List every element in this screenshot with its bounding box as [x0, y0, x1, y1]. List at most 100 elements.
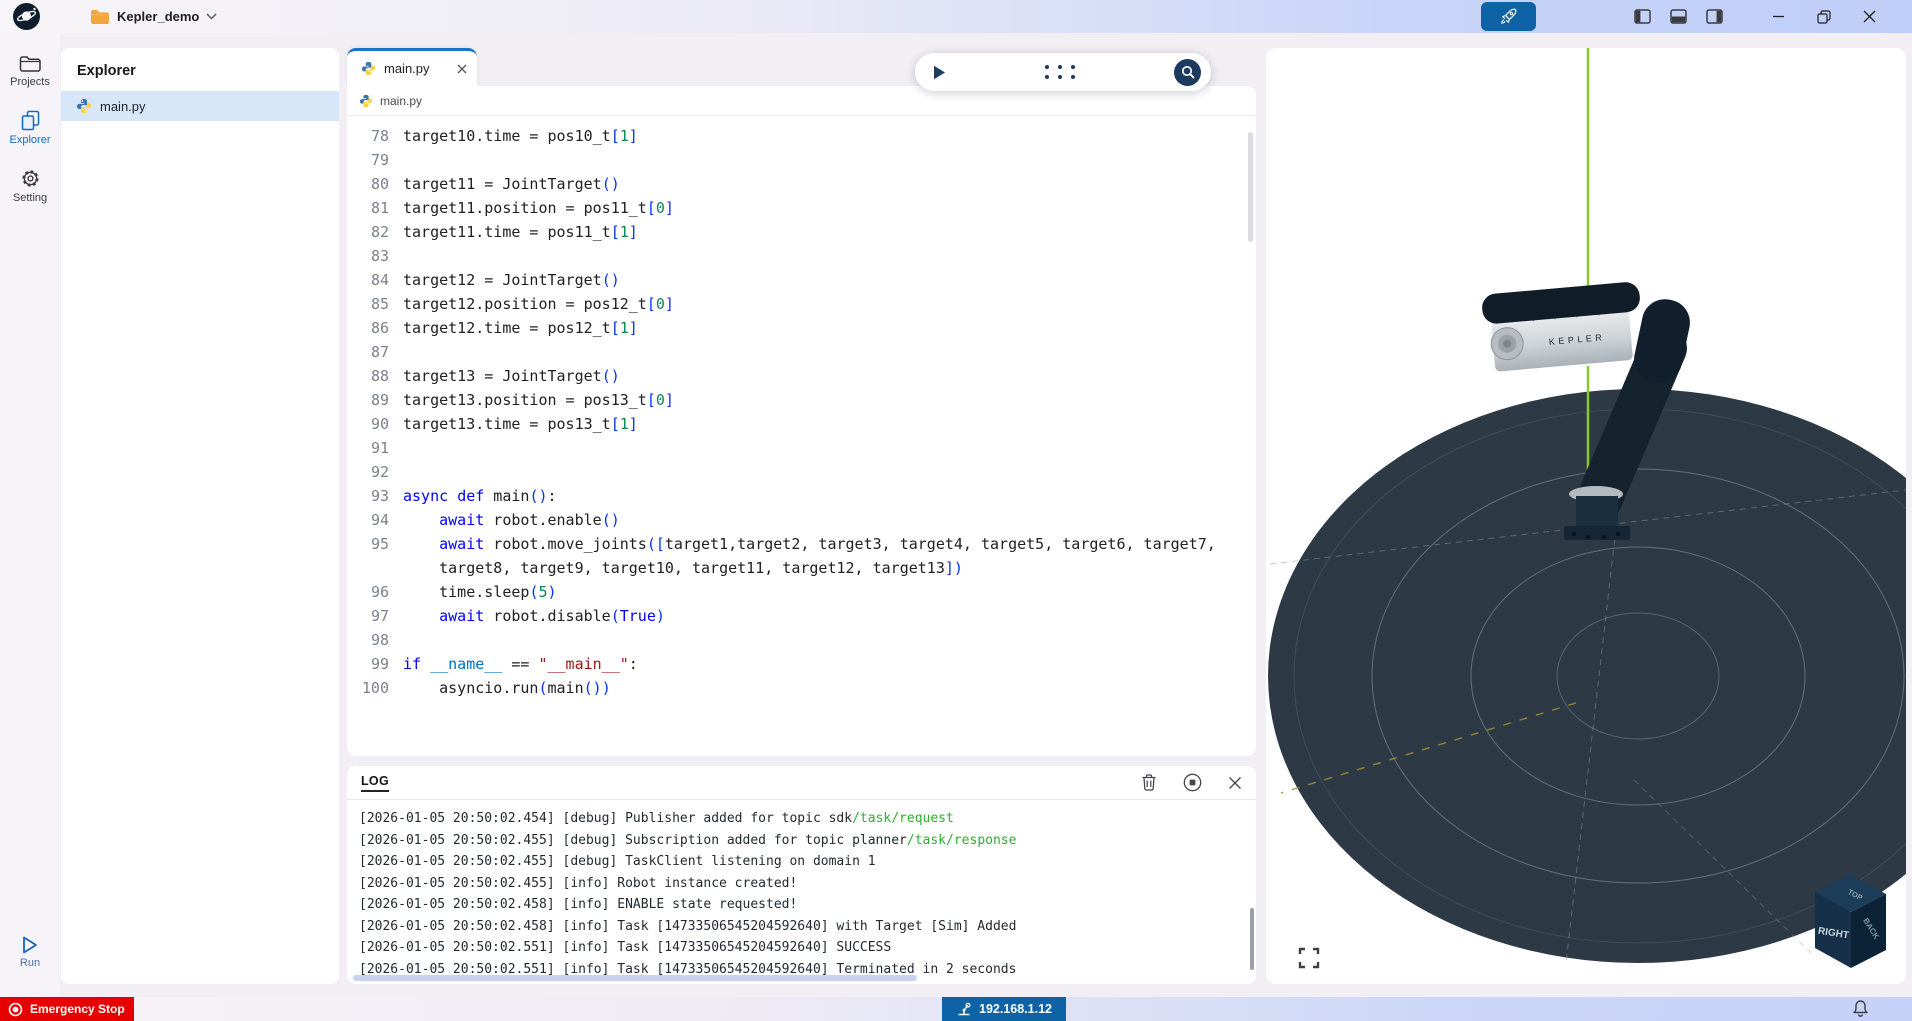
emergency-stop-icon	[8, 1002, 23, 1017]
code-line: 79	[347, 148, 1256, 172]
breadcrumb-file: main.py	[380, 94, 422, 108]
code-line: 97 await robot.disable(True)	[347, 604, 1256, 628]
run-label: Run	[20, 957, 40, 969]
code-line: 88target13 = JointTarget()	[347, 364, 1256, 388]
log-line: [2026-01-05 20:50:02.454] [debug] Publis…	[359, 808, 1244, 830]
code-line: 86target12.time = pos12_t[1]	[347, 316, 1256, 340]
code-line: 83	[347, 244, 1256, 268]
code-line: 78target10.time = pos10_t[1]	[347, 124, 1256, 148]
tab-mainpy[interactable]: main.py	[347, 48, 477, 86]
log-header: LOG	[347, 766, 1256, 800]
play-icon[interactable]	[933, 65, 946, 80]
notifications-bell-icon[interactable]	[1851, 998, 1870, 1021]
log-horizontal-scrollbar[interactable]	[353, 975, 917, 981]
robot-arm-icon	[956, 1001, 972, 1017]
toggle-bottom-panel-icon[interactable]	[1670, 9, 1687, 24]
log-line: [2026-01-05 20:50:02.455] [debug] Subscr…	[359, 830, 1244, 852]
code-line: target8, target9, target10, target11, ta…	[347, 556, 1256, 580]
minimize-icon[interactable]	[1772, 10, 1785, 23]
code-line: 89target13.position = pos13_t[0]	[347, 388, 1256, 412]
code-line: 98	[347, 628, 1256, 652]
run-play-icon	[21, 935, 39, 955]
log-line: [2026-01-05 20:50:02.551] [info] Task [1…	[359, 959, 1244, 977]
sidebar-item-explorer[interactable]: Explorer	[0, 110, 60, 146]
project-selector[interactable]: Kepler_demo	[90, 0, 217, 33]
code-editor[interactable]: main.py 78target10.time = pos10_t[1]79 8…	[347, 86, 1256, 756]
search-icon[interactable]	[1174, 59, 1201, 86]
close-icon[interactable]	[1863, 10, 1876, 23]
run-button[interactable]: Run	[0, 935, 60, 969]
code-line: 92	[347, 460, 1256, 484]
projects-folder-icon	[19, 55, 41, 73]
explorer-header: Explorer	[61, 48, 339, 91]
log-line: [2026-01-05 20:50:02.455] [debug] TaskCl…	[359, 851, 1244, 873]
layout-toggle-group	[1634, 0, 1723, 33]
3d-scene: KEPLER RIGHT TOP BACK	[1266, 48, 1906, 984]
code-line: 80target11 = JointTarget()	[347, 172, 1256, 196]
window-controls	[1772, 0, 1876, 33]
sidebar-item-label: Explorer	[10, 134, 51, 146]
fullscreen-icon[interactable]	[1297, 946, 1321, 970]
log-line: [2026-01-05 20:50:02.551] [info] Task [1…	[359, 937, 1244, 959]
robot-connection-badge[interactable]: 192.168.1.12	[942, 997, 1066, 1021]
close-log-icon[interactable]	[1228, 776, 1242, 790]
simulation-viewport[interactable]: KEPLER RIGHT TOP BACK	[1266, 48, 1906, 984]
code-line: 96 time.sleep(5)	[347, 580, 1256, 604]
launch-rocket-button[interactable]	[1481, 2, 1536, 31]
code-line: 93async def main():	[347, 484, 1256, 508]
ip-address: 192.168.1.12	[979, 1002, 1052, 1016]
project-name: Kepler_demo	[117, 9, 199, 24]
activity-rail: Projects Explorer Setting Run	[0, 33, 60, 997]
drag-handle-dots-icon[interactable]	[1045, 65, 1075, 79]
log-line: [2026-01-05 20:50:02.458] [info] Task [1…	[359, 916, 1244, 938]
editor-area: main.py main.py 78target10.time = pos10_…	[347, 48, 1256, 756]
code-line: 82target11.time = pos11_t[1]	[347, 220, 1256, 244]
code-lines: 78target10.time = pos10_t[1]79 80target1…	[347, 116, 1256, 700]
stop-record-icon[interactable]	[1183, 773, 1202, 792]
code-line: 87	[347, 340, 1256, 364]
emergency-stop-button[interactable]: Emergency Stop	[0, 997, 134, 1021]
sidebar-item-label: Projects	[10, 76, 50, 88]
sidebar-item-label: Setting	[13, 192, 47, 204]
explorer-panel: Explorer main.py	[61, 48, 339, 984]
code-line: 95 await robot.move_joints([target1,targ…	[347, 532, 1256, 556]
log-line: [2026-01-05 20:50:02.455] [info] Robot i…	[359, 873, 1244, 895]
python-file-icon	[361, 61, 376, 76]
title-bar: Kepler_demo	[0, 0, 1912, 33]
emergency-stop-label: Emergency Stop	[30, 1002, 125, 1016]
rocket-icon	[1499, 7, 1518, 26]
tab-label: main.py	[384, 61, 449, 76]
log-panel: LOG [2026-01-05 20:50:02.454] [debug] Pu…	[347, 766, 1256, 984]
log-vertical-scrollbar[interactable]	[1250, 908, 1254, 970]
code-line: 81target11.position = pos11_t[0]	[347, 196, 1256, 220]
code-line: 85target12.position = pos12_t[0]	[347, 292, 1256, 316]
file-item-mainpy[interactable]: main.py	[61, 91, 339, 121]
settings-gear-icon	[20, 168, 41, 189]
tab-close-icon[interactable]	[457, 64, 467, 74]
floating-toolbar	[915, 53, 1211, 91]
code-line: 94 await robot.enable()	[347, 508, 1256, 532]
sidebar-item-projects[interactable]: Projects	[0, 55, 60, 88]
toggle-left-panel-icon[interactable]	[1634, 9, 1651, 24]
file-name: main.py	[100, 99, 146, 114]
code-line: 84target12 = JointTarget()	[347, 268, 1256, 292]
app-logo-saturn-icon	[12, 2, 41, 31]
code-line: 99if __name__ == "__main__":	[347, 652, 1256, 676]
toggle-right-panel-icon[interactable]	[1706, 9, 1723, 24]
sidebar-item-setting[interactable]: Setting	[0, 168, 60, 204]
restore-icon[interactable]	[1817, 10, 1831, 24]
log-tab[interactable]: LOG	[361, 774, 389, 792]
code-line: 90target13.time = pos13_t[1]	[347, 412, 1256, 436]
view-cube[interactable]: RIGHT TOP BACK	[1815, 874, 1886, 968]
chevron-down-icon	[206, 13, 217, 20]
code-line: 100 asyncio.run(main())	[347, 676, 1256, 700]
log-line: [2026-01-05 20:50:02.458] [info] ENABLE …	[359, 894, 1244, 916]
python-file-icon	[359, 94, 373, 108]
trash-icon[interactable]	[1141, 774, 1157, 791]
folder-icon	[90, 9, 110, 25]
explorer-pages-icon	[20, 110, 41, 131]
code-line: 91	[347, 436, 1256, 460]
status-bar: Emergency Stop 192.168.1.12	[0, 997, 1912, 1021]
editor-vertical-scrollbar[interactable]	[1248, 132, 1253, 242]
log-output[interactable]: [2026-01-05 20:50:02.454] [debug] Publis…	[347, 800, 1256, 976]
